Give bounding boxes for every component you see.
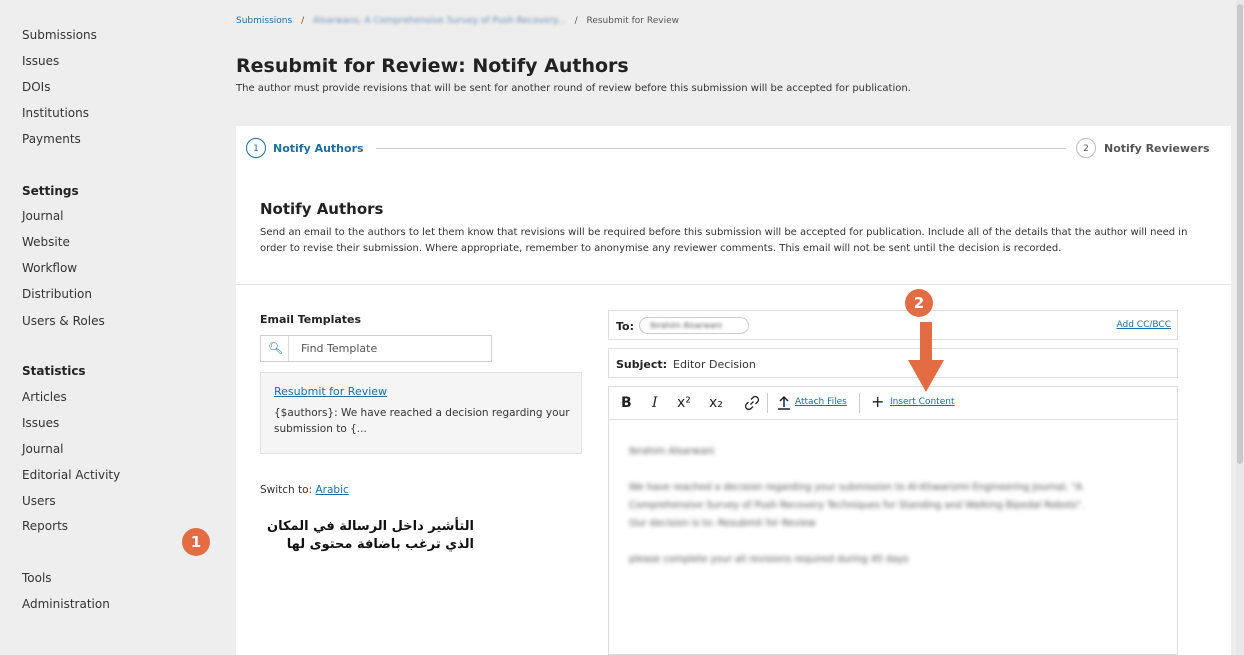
search-divider: [288, 336, 289, 361]
sidebar-item-articles[interactable]: Articles: [22, 390, 67, 404]
step-notify-authors[interactable]: Notify Authors: [273, 142, 364, 155]
recipient-name: Ibrahim Alsarwani: [650, 321, 723, 330]
sidebar-item-payments[interactable]: Payments: [22, 132, 81, 146]
to-label: To:: [616, 320, 634, 333]
step-1-number: 1: [246, 138, 266, 158]
link-icon[interactable]: [744, 395, 760, 415]
upload-icon[interactable]: [777, 395, 791, 415]
recipient-chip[interactable]: Ibrahim Alsarwani: [639, 317, 749, 334]
stepper: 1 Notify Authors 2 Notify Reviewers: [246, 138, 1221, 160]
attach-files-button[interactable]: Attach Files: [795, 397, 847, 407]
sidebar-item-reports[interactable]: Reports: [22, 519, 68, 533]
scrollbar-thumb[interactable]: [1237, 4, 1243, 464]
sidebar-item-website[interactable]: Website: [22, 235, 70, 249]
sidebar-heading-statistics: Statistics: [22, 364, 86, 378]
email-body-line: Comprehensive Survey of Push Recovery Te…: [629, 500, 1085, 511]
sidebar-item-issues[interactable]: Issues: [22, 54, 59, 68]
editor-toolbar: B I x² x₂ Attach Files + Insert Content: [608, 386, 1178, 420]
template-card: Resubmit for Review {$authors}: We have …: [260, 372, 582, 454]
step-notify-reviewers[interactable]: Notify Reviewers: [1104, 142, 1210, 155]
section-divider: [236, 284, 1231, 285]
annotation-badge-1: 1: [182, 528, 210, 556]
switch-label: Switch to:: [260, 484, 313, 496]
subscript-button[interactable]: x₂: [709, 395, 723, 411]
breadcrumb: Submissions / Alsarwans, A Comprehensive…: [236, 16, 679, 26]
email-body-line: Our decision is to: Resubmit for Review: [629, 518, 816, 529]
sidebar-item-users-roles[interactable]: Users & Roles: [22, 314, 105, 328]
step-2-number: 2: [1076, 138, 1096, 158]
email-templates-heading: Email Templates: [260, 313, 362, 326]
step-connector: [376, 148, 1066, 149]
sidebar-item-editorial-activity[interactable]: Editorial Activity: [22, 468, 120, 482]
sidebar-item-stats-issues[interactable]: Issues: [22, 416, 59, 430]
sidebar-item-institutions[interactable]: Institutions: [22, 106, 89, 120]
email-body-line: please complete your all revisions requi…: [629, 554, 909, 565]
recipient-field[interactable]: To: Ibrahim Alsarwani Add CC/BCC: [608, 310, 1178, 340]
bold-button[interactable]: B: [621, 395, 632, 411]
template-search-input[interactable]: [299, 341, 483, 356]
sidebar-item-tools[interactable]: Tools: [22, 571, 52, 585]
sidebar-item-workflow[interactable]: Workflow: [22, 261, 77, 275]
notify-authors-heading: Notify Authors: [260, 200, 384, 218]
toolbar-separator: [767, 393, 768, 413]
annotation-down-arrow-icon: [908, 322, 944, 392]
search-icon[interactable]: 🔍︎: [268, 341, 283, 355]
sidebar-item-dois[interactable]: DOIs: [22, 80, 50, 94]
plus-icon[interactable]: +: [871, 392, 884, 411]
breadcrumb-article[interactable]: Alsarwans, A Comprehensive Survey of Pus…: [313, 16, 566, 26]
switch-language-link[interactable]: Arabic: [315, 484, 348, 496]
annotation-badge-2: 2: [905, 289, 933, 317]
sidebar-heading-settings: Settings: [22, 184, 79, 198]
template-search: 🔍︎: [260, 335, 492, 362]
insert-content-button[interactable]: Insert Content: [890, 397, 954, 407]
page-title: Resubmit for Review: Notify Authors: [236, 55, 629, 77]
sidebar-item-stats-journal[interactable]: Journal: [22, 442, 64, 456]
subject-field[interactable]: Subject: Editor Decision: [608, 348, 1178, 378]
subject-label: Subject:: [616, 358, 668, 371]
annotation-instruction-text: التأشير داخل الرسالة في المكان الذي ترغب…: [266, 519, 474, 552]
sidebar-item-users[interactable]: Users: [22, 494, 56, 508]
decision-panel: 1 Notify Authors 2 Notify Reviewers Noti…: [236, 126, 1231, 655]
breadcrumb-separator: /: [574, 16, 578, 26]
sidebar-item-journal[interactable]: Journal: [22, 209, 64, 223]
template-link-resubmit[interactable]: Resubmit for Review: [274, 385, 387, 398]
sidebar-item-administration[interactable]: Administration: [22, 597, 110, 611]
italic-button[interactable]: I: [652, 395, 658, 411]
email-body-editor[interactable]: Ibrahim Alsarwani We have reached a deci…: [608, 420, 1178, 655]
add-cc-bcc-link[interactable]: Add CC/BCC: [1117, 320, 1171, 330]
breadcrumb-separator: /: [301, 16, 305, 26]
sidebar: Submissions Issues DOIs Institutions Pay…: [0, 0, 230, 655]
email-body-line: Ibrahim Alsarwani: [629, 446, 715, 457]
email-body-line: We have reached a decision regarding you…: [629, 482, 1083, 493]
breadcrumb-submissions[interactable]: Submissions: [236, 16, 292, 26]
superscript-button[interactable]: x²: [677, 395, 691, 411]
template-preview: {$authors}: We have reached a decision r…: [274, 407, 570, 435]
breadcrumb-current: Resubmit for Review: [586, 16, 679, 26]
subject-value[interactable]: Editor Decision: [673, 358, 756, 371]
notify-authors-description: Send an email to the authors to let them…: [260, 227, 1188, 254]
sidebar-item-distribution[interactable]: Distribution: [22, 287, 92, 301]
language-switch: Switch to: Arabic: [260, 484, 349, 496]
toolbar-separator: [859, 393, 860, 413]
sidebar-item-submissions[interactable]: Submissions: [22, 28, 97, 42]
page-subtitle: The author must provide revisions that w…: [236, 83, 911, 94]
